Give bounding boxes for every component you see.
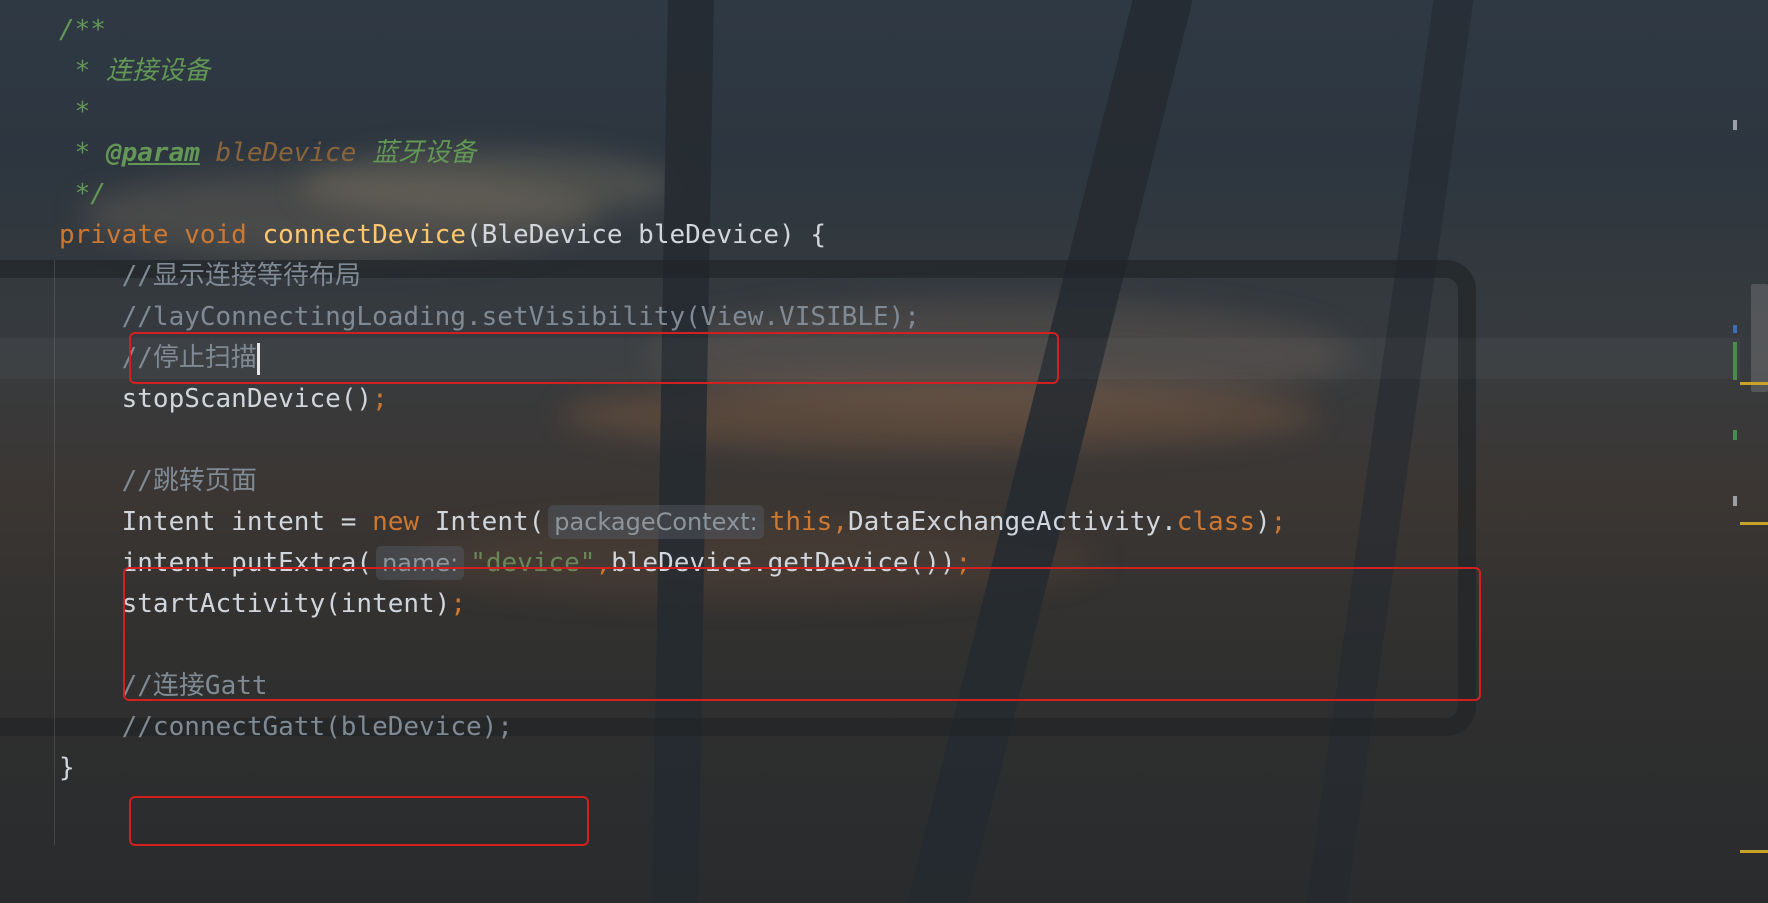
- parameter-hint: packageContext:: [548, 505, 764, 539]
- code-token: //layConnectingLoading.setVisibility(Vie…: [59, 302, 920, 332]
- scroll-marker: [1740, 850, 1768, 853]
- code-token: }: [59, 753, 75, 783]
- code-line[interactable]: //connectGatt(bleDevice);: [59, 707, 513, 748]
- code-token: //跳转页面: [59, 466, 257, 496]
- scroll-marker: [1733, 120, 1737, 130]
- code-token: ;: [1270, 507, 1287, 537]
- highlight-box-connectgatt: [129, 796, 589, 846]
- scroll-marker: [1733, 342, 1737, 380]
- code-line[interactable]: stopScanDevice();: [59, 379, 388, 420]
- scroll-marker: [1733, 325, 1737, 333]
- code-token: DataExchangeActivity.: [848, 507, 1177, 537]
- code-line[interactable]: * @param bleDevice 蓝牙设备: [59, 133, 476, 174]
- code-line[interactable]: private void connectDevice(BleDevice ble…: [59, 215, 826, 256]
- code-token: ): [1255, 507, 1271, 537]
- code-line[interactable]: }: [59, 748, 75, 789]
- code-token: bleDevice: [199, 138, 357, 168]
- code-line[interactable]: /**: [59, 10, 106, 51]
- highlight-box-setvisibility: [129, 332, 1059, 384]
- code-token: /**: [59, 15, 106, 45]
- scroll-marker: [1740, 382, 1768, 385]
- code-token: */: [59, 179, 106, 209]
- code-token: *: [59, 97, 91, 127]
- code-token: stopScanDevice(): [59, 384, 373, 414]
- code-token: connectDevice: [262, 220, 467, 250]
- code-token: (BleDevice bleDevice) {: [466, 220, 827, 250]
- indent-guide: [54, 260, 55, 845]
- code-token: class: [1176, 507, 1256, 537]
- code-token: new: [372, 507, 435, 537]
- code-line[interactable]: *: [59, 92, 91, 133]
- code-line[interactable]: * 连接设备: [59, 51, 210, 92]
- code-token: ;: [372, 384, 388, 414]
- code-token: private void: [59, 220, 263, 250]
- code-token: * 连接设备: [59, 56, 210, 86]
- code-token: @param: [105, 138, 200, 168]
- scroll-marker: [1733, 496, 1737, 506]
- code-line[interactable]: //跳转页面: [59, 461, 257, 502]
- code-token: //显示连接等待布局: [59, 261, 361, 291]
- code-token: Intent intent =: [59, 507, 373, 537]
- code-line[interactable]: Intent intent = new Intent(packageContex…: [59, 502, 1286, 543]
- code-line[interactable]: */: [59, 174, 106, 215]
- code-token: *: [59, 138, 106, 168]
- scroll-marker: [1733, 430, 1737, 440]
- editor-scrollbar[interactable]: [1751, 284, 1768, 392]
- scroll-marker: [1740, 522, 1768, 525]
- code-token: Intent(: [434, 507, 545, 537]
- code-token: //connectGatt(bleDevice);: [59, 712, 513, 742]
- highlight-box-intent-block: [123, 567, 1481, 701]
- code-editor[interactable]: /** * 连接设备 * * @param bleDevice 蓝牙设备 */ p…: [0, 0, 1740, 903]
- code-token: this,: [769, 507, 848, 537]
- code-token: 蓝牙设备: [356, 138, 477, 168]
- code-line[interactable]: //显示连接等待布局: [59, 256, 361, 297]
